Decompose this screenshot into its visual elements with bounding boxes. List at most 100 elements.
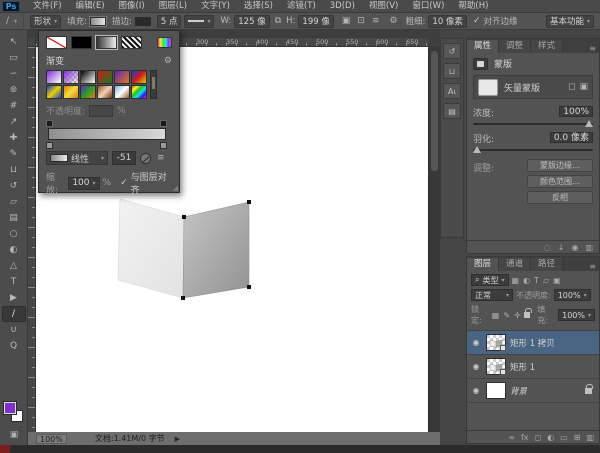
menu-item-7[interactable]: 3D(D): [323, 0, 362, 13]
gradient-preset-black-white[interactable]: [80, 70, 96, 84]
new-group-icon[interactable]: ▭: [560, 433, 568, 442]
apply-mask-icon[interactable]: ↓: [558, 243, 565, 252]
layer-visibility-icon[interactable]: ◉: [470, 386, 482, 395]
layer-filter-select[interactable]: ⌕ 类型 ▾: [471, 274, 509, 286]
lock-all-icon[interactable]: [524, 312, 531, 318]
layer-row-2[interactable]: ◉背景: [467, 379, 599, 403]
preset-scrollbar[interactable]: [150, 70, 157, 99]
add-mask-icon[interactable]: ◻: [535, 433, 542, 442]
filter-type-icon-0[interactable]: ▦: [512, 276, 520, 285]
tab-通道[interactable]: 通道: [499, 258, 531, 271]
layer-style-icon[interactable]: fx: [521, 433, 529, 442]
mask-visibility-icon[interactable]: ◉: [571, 243, 578, 252]
eyedropper-tool[interactable]: ↗: [2, 114, 26, 130]
path-op-icon-2[interactable]: ≡: [370, 16, 382, 26]
tab-图层[interactable]: 图层: [467, 258, 499, 271]
crop-tool[interactable]: #: [2, 98, 26, 114]
link-layers-icon[interactable]: ∞: [508, 433, 515, 442]
stroke-width-input[interactable]: 5 点: [157, 15, 182, 28]
layer-thumbnail[interactable]: [486, 382, 506, 399]
filter-type-icon-1[interactable]: ◐: [523, 276, 530, 285]
gradient-preset-chrome[interactable]: [114, 85, 130, 99]
line-tool[interactable]: ∕: [2, 306, 26, 322]
align-with-layer-checkbox[interactable]: ✓: [120, 178, 128, 188]
menu-item-3[interactable]: 图层(L): [152, 0, 194, 13]
notes-panel-icon[interactable]: ▤: [443, 103, 461, 119]
eraser-tool[interactable]: ▱: [2, 194, 26, 210]
filter-type-icon-3[interactable]: ▱: [543, 276, 549, 285]
brush-tool[interactable]: ✎: [2, 146, 26, 162]
gradient-preset-violet-green-orange[interactable]: [80, 85, 96, 99]
gradient-preset-violet-orange[interactable]: [114, 70, 130, 84]
layer-thumbnail[interactable]: [486, 358, 506, 375]
lock-icon-2[interactable]: ✛: [514, 311, 521, 320]
link-dimensions-icon[interactable]: ⧉: [273, 16, 283, 26]
gradient-editor-bar[interactable]: [46, 120, 172, 148]
tab-调整[interactable]: 调整: [499, 40, 531, 53]
feather-slider[interactable]: [473, 149, 593, 151]
fill-opacity-input[interactable]: 100%▾: [558, 309, 595, 321]
opacity-stop-right[interactable]: [160, 120, 167, 127]
gradient-preset-blue-red-yellow[interactable]: [131, 70, 147, 84]
height-input[interactable]: 199 像: [298, 15, 333, 28]
layer-row-0[interactable]: ◉矩形 1 拷贝: [467, 331, 599, 355]
gradient-opacity-input[interactable]: [89, 105, 113, 117]
hand-tool[interactable]: ∪: [2, 322, 26, 338]
vertical-scrollbar[interactable]: [428, 47, 440, 432]
menu-item-1[interactable]: 编辑(E): [69, 0, 112, 13]
scale-input[interactable]: 100▾: [68, 177, 99, 190]
pen-tool[interactable]: △: [2, 258, 26, 274]
path-select-tool[interactable]: ▶: [2, 290, 26, 306]
gradient-preset-spectrum[interactable]: [131, 85, 147, 99]
path-op-icon-0[interactable]: ▣: [340, 16, 353, 26]
layer-row-1[interactable]: ◉矩形 1: [467, 355, 599, 379]
lock-icon-0[interactable]: ▦: [492, 311, 500, 320]
status-options-arrow-icon[interactable]: ▶: [175, 435, 180, 443]
zoom-level-input[interactable]: 100%: [36, 434, 67, 444]
healing-brush-tool[interactable]: ✚: [2, 130, 26, 146]
solid-color-button[interactable]: [71, 36, 92, 49]
tool-mode-select[interactable]: 形状▾: [30, 15, 61, 28]
stroke-swatch[interactable]: [135, 17, 151, 26]
layer-thumbnail[interactable]: [486, 334, 506, 351]
history-brush-tool[interactable]: ↺: [2, 178, 26, 194]
clone-source-panel-icon[interactable]: ⊔: [443, 63, 461, 79]
delete-mask-icon[interactable]: ▥: [585, 243, 593, 252]
density-slider[interactable]: [473, 123, 593, 125]
menu-item-0[interactable]: 文件(F): [26, 0, 69, 13]
density-value[interactable]: 100%: [559, 106, 593, 117]
gradient-preset-fg-to-transparent[interactable]: [63, 70, 79, 84]
add-vector-mask-icon[interactable]: ▣: [579, 82, 588, 92]
gradient-style-select[interactable]: 线性 ▾: [46, 151, 108, 165]
adjust-button-0[interactable]: 蒙版边缘…: [527, 159, 593, 172]
color-picker-icon[interactable]: [157, 37, 172, 48]
adjustment-layer-icon[interactable]: ◐: [547, 433, 554, 442]
tab-样式[interactable]: 样式: [531, 40, 563, 53]
fill-swatch[interactable]: [90, 17, 106, 26]
filter-type-icon-2[interactable]: T: [534, 276, 539, 285]
layer-visibility-icon[interactable]: ◉: [470, 338, 482, 347]
gradient-angle-input[interactable]: -51: [112, 151, 136, 165]
panel-menu-icon[interactable]: ≡: [589, 44, 596, 53]
weight-input[interactable]: 10 像素: [428, 15, 467, 28]
stroke-type-select[interactable]: ▾: [184, 15, 214, 28]
marquee-tool[interactable]: ▭: [2, 50, 26, 66]
menu-item-5[interactable]: 选择(S): [237, 0, 280, 13]
gradient-gear-icon[interactable]: ⚙: [164, 56, 172, 66]
menu-item-2[interactable]: 图像(I): [112, 0, 152, 13]
gradient-fill-button[interactable]: [96, 36, 117, 49]
gradient-preset-blue-yellow-blue[interactable]: [46, 85, 62, 99]
panel-menu-icon[interactable]: ≡: [589, 262, 596, 271]
reverse-gradient-icon[interactable]: ≡: [155, 153, 167, 163]
feather-value[interactable]: 0.0 像素: [550, 132, 593, 143]
opacity-input[interactable]: 100%▾: [554, 289, 591, 301]
zoom-tool[interactable]: Q: [2, 338, 26, 354]
move-tool[interactable]: ↖: [2, 34, 26, 50]
foreground-color-swatch[interactable]: [4, 402, 16, 414]
menu-item-9[interactable]: 窗口(W): [405, 0, 451, 13]
tab-路径[interactable]: 路径: [531, 258, 563, 271]
gradient-preset-fg-to-bg[interactable]: [46, 70, 62, 84]
blur-tool[interactable]: ○: [2, 226, 26, 242]
type-tool[interactable]: T: [2, 274, 26, 290]
path-op-icon-1[interactable]: ⊡: [355, 16, 367, 26]
